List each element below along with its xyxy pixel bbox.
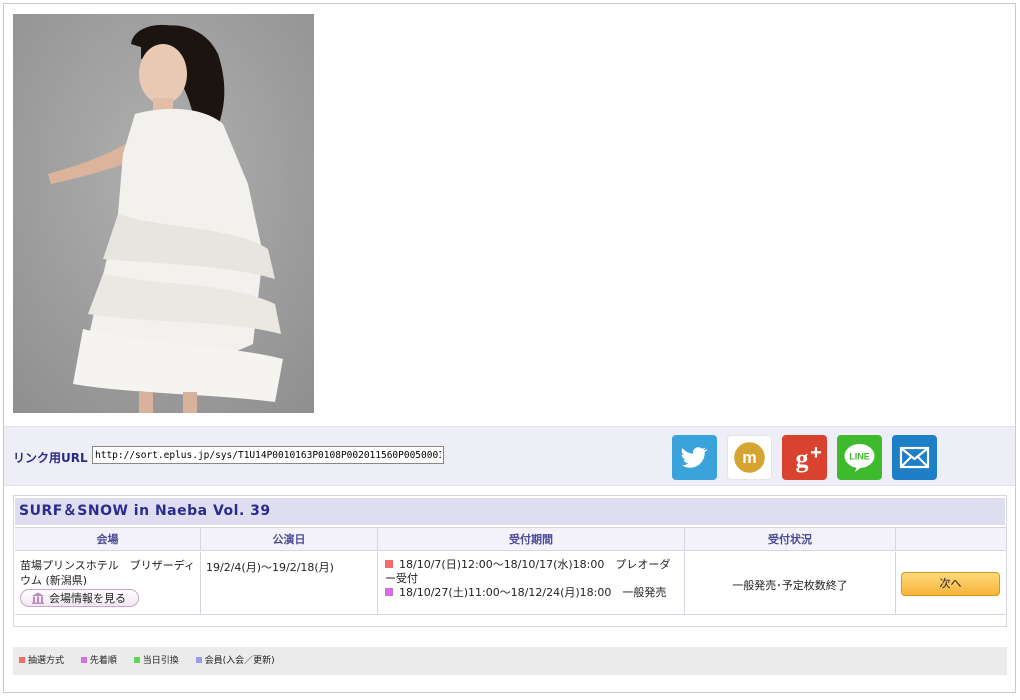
mixi-icon: m (734, 442, 765, 473)
legend-day-exchange-swatch (133, 657, 140, 663)
next-button[interactable]: 次へ (901, 572, 1000, 596)
legend-first-come-label: 先着順 (89, 656, 117, 666)
reception-status: 一般発売･予定枚数終了 (732, 579, 848, 592)
link-url-input[interactable] (92, 446, 444, 464)
mail-icon (899, 446, 930, 469)
period-preorder-text: 18/10/7(日)12:00〜18/10/17(水)18:00 プレオーダー受… (385, 558, 671, 585)
first-come-marker-icon (385, 588, 393, 596)
legend-lottery: 抽選方式 (19, 656, 64, 666)
legend-lottery-label: 抽選方式 (28, 656, 65, 666)
legend: 抽選方式 先着順 当日引換 会員(入会／更新) (13, 647, 1007, 675)
link-url-label: リンク用URL (13, 451, 88, 465)
event-title: SURF＆SNOW in Naeba Vol. 39 (15, 498, 1005, 525)
status-cell: 一般発売･予定枚数終了 (685, 552, 896, 615)
header-reception-period: 受付期間 (378, 527, 685, 551)
link-url-bar: リンク用URL m g + LINE (4, 426, 1015, 486)
venue-cell: 苗場プリンスホテル ブリザーディウム (新潟県) 会場情報を見る (15, 552, 201, 615)
google-plus-share-button[interactable]: g + (782, 435, 827, 480)
header-performance-date: 公演日 (201, 527, 378, 551)
legend-first-come: 先着順 (80, 656, 117, 666)
legend-member-swatch (195, 657, 202, 663)
header-venue: 会場 (15, 527, 201, 551)
line-share-button[interactable]: LINE (837, 435, 882, 480)
performance-dates: 19/2/4(月)〜19/2/18(月) (206, 561, 334, 574)
legend-member-label: 会員(入会／更新) (204, 656, 275, 666)
line-icon-label: LINE (849, 452, 870, 462)
period-cell: 18/10/7(日)12:00〜18/10/17(水)18:00 プレオーダー受… (378, 552, 685, 615)
legend-member: 会員(入会／更新) (195, 656, 275, 666)
mail-share-button[interactable] (892, 435, 937, 480)
google-plus-icon: g + (796, 442, 822, 473)
twitter-icon (681, 447, 708, 468)
date-cell: 19/2/4(月)〜19/2/18(月) (201, 552, 378, 615)
header-reception-status: 受付状況 (685, 527, 896, 551)
period-preorder: 18/10/7(日)12:00〜18/10/17(水)18:00 プレオーダー受… (385, 558, 675, 586)
legend-day-exchange: 当日引換 (133, 656, 179, 666)
period-general: 18/10/27(土)11:00〜18/12/24(月)18:00 一般発売 (385, 586, 675, 600)
building-icon (32, 592, 44, 604)
legend-first-come-swatch (80, 657, 87, 663)
legend-day-exchange-label: 当日引換 (142, 656, 179, 666)
header-action (896, 527, 1006, 551)
period-general-text: 18/10/27(土)11:00〜18/12/24(月)18:00 一般発売 (399, 586, 667, 599)
action-cell: 次へ (896, 552, 1006, 615)
venue-info-button[interactable]: 会場情報を見る (20, 589, 139, 607)
twitter-share-button[interactable] (672, 435, 717, 480)
event-panel: SURF＆SNOW in Naeba Vol. 39 会場 公演日 受付期間 受… (13, 495, 1007, 627)
svg-text:+: + (810, 442, 822, 464)
venue-name: 苗場プリンスホテル ブリザーディウム (新潟県) (20, 559, 196, 587)
svg-text:g: g (796, 444, 809, 473)
lottery-marker-icon (385, 560, 393, 568)
line-icon: LINE (844, 444, 875, 472)
artist-photo (13, 14, 314, 413)
legend-lottery-swatch (19, 657, 25, 663)
mixi-icon-letter: m (742, 449, 756, 467)
reception-periods: 18/10/7(日)12:00〜18/10/17(水)18:00 プレオーダー受… (385, 558, 675, 600)
mixi-share-button[interactable]: m (727, 435, 772, 480)
venue-info-button-label: 会場情報を見る (49, 592, 126, 605)
